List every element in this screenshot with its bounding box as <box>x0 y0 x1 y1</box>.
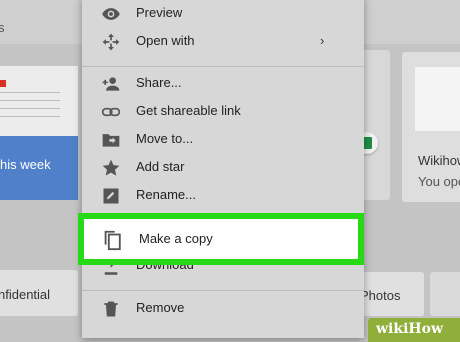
file-card-right[interactable]: Wikihow You ope <box>402 52 460 202</box>
menu-item-share[interactable]: Share... <box>82 70 364 98</box>
context-menu: Preview Open with › Share... Get shareab… <box>82 0 364 338</box>
copy-icon <box>104 230 121 251</box>
move-arrows-icon <box>102 33 120 51</box>
star-icon <box>102 159 120 176</box>
menu-item-label: Make a copy <box>139 231 213 246</box>
folder-chip-photos[interactable]: Photos <box>354 272 424 316</box>
folder-chip-right[interactable] <box>430 272 460 316</box>
menu-item-label: Move to... <box>136 131 194 146</box>
file-card-footer-text: his week <box>0 157 51 172</box>
menu-item-label: Add star <box>136 159 185 174</box>
menu-item-label: Get shareable link <box>136 103 241 118</box>
menu-divider <box>82 290 364 291</box>
folder-chip-label: Photos <box>360 288 401 303</box>
menu-item-label: Preview <box>136 5 183 20</box>
file-card-middle[interactable] <box>360 50 390 200</box>
pencil-icon <box>103 188 119 204</box>
watermark-text: wikiHow <box>376 321 444 337</box>
menu-item-open-with[interactable]: Open with › <box>82 28 364 56</box>
menu-item-preview[interactable]: Preview <box>82 0 364 28</box>
thumbnail-line <box>0 116 60 117</box>
menu-item-label: Rename... <box>136 187 196 202</box>
menu-item-label: Open with <box>136 33 195 48</box>
menu-item-label: Share... <box>136 75 182 90</box>
menu-item-make-a-copy[interactable]: Make a copy <box>78 213 364 265</box>
eye-icon <box>102 8 120 20</box>
chevron-right-icon: › <box>320 33 325 48</box>
menu-item-rename[interactable]: Rename... <box>82 182 364 210</box>
trash-icon <box>104 301 118 317</box>
folder-chip-label: nfidential <box>0 287 51 302</box>
folder-move-icon <box>102 134 120 147</box>
file-card-title: Wikihow <box>418 153 460 168</box>
thumbnail-line <box>0 92 60 93</box>
document-thumbnail <box>415 67 460 131</box>
thumbnail-line <box>0 108 60 109</box>
spreadsheet-thumbnail <box>0 66 78 136</box>
wikihow-watermark: wikiHow <box>368 318 460 342</box>
menu-divider <box>82 66 364 67</box>
person-add-icon <box>102 77 120 91</box>
menu-item-get-link[interactable]: Get shareable link <box>82 98 364 126</box>
top-left-text: s <box>0 20 5 35</box>
menu-item-add-star[interactable]: Add star <box>82 154 364 182</box>
menu-item-label: Remove <box>136 300 185 315</box>
thumbnail-line <box>0 100 60 101</box>
menu-item-remove[interactable]: Remove <box>82 295 364 323</box>
file-card-left[interactable]: his week <box>0 66 78 200</box>
file-card-subtitle: You ope <box>418 174 460 189</box>
menu-item-move-to[interactable]: Move to... <box>82 126 364 154</box>
folder-chip-left[interactable]: nfidential <box>0 270 78 316</box>
thumbnail-red-cell <box>0 80 6 87</box>
file-card-footer: his week <box>0 136 78 200</box>
link-icon <box>101 107 121 117</box>
